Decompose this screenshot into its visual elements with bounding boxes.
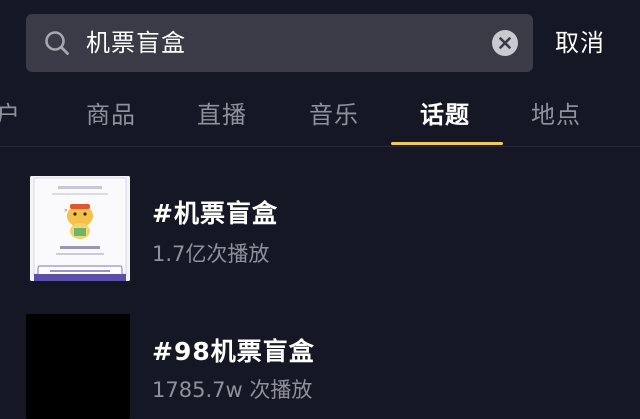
svg-text:»: » [64,207,68,214]
tabs-divider [0,146,640,147]
topic-result-row[interactable]: » #机票盲盒 1.7亿次播放 [0,176,640,286]
topic-title: #98机票盲盒 [152,337,315,366]
topic-thumbnail-illustration: » [30,176,130,281]
active-tab-indicator [391,142,503,145]
topic-title: #机票盲盒 [152,199,278,228]
tab-products[interactable]: 商品 [86,86,136,144]
category-tabs: 户 商品 直播 音乐 话题 地点 [0,86,640,145]
clear-icon[interactable] [491,29,519,57]
tab-user[interactable]: 户 [0,86,21,144]
topic-thumbnail: » [30,176,130,281]
search-icon [45,31,69,55]
topic-play-count: 1785.7w 次播放 [152,378,313,402]
tab-places[interactable]: 地点 [531,86,581,144]
search-input[interactable]: 机票盲盒 [26,14,533,72]
topic-result-row[interactable]: #98机票盲盒 1785.7w 次播放 [0,314,640,419]
tab-topics[interactable]: 话题 [420,86,470,144]
topic-thumbnail [26,314,130,419]
tab-live[interactable]: 直播 [197,86,247,144]
topic-play-count: 1.7亿次播放 [152,242,270,266]
tab-music[interactable]: 音乐 [309,86,359,144]
search-query-text: 机票盲盒 [86,29,186,57]
search-bar-row: 机票盲盒 取消 [0,0,640,86]
cancel-button[interactable]: 取消 [555,14,605,72]
